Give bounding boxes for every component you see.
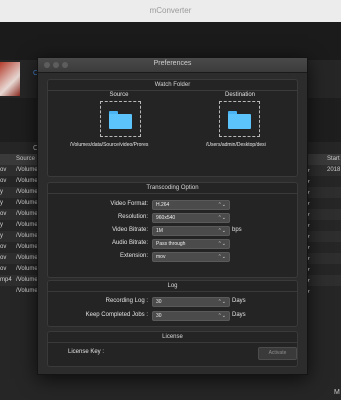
video-bitrate-unit: bps [232,227,242,233]
video-bitrate-row: Video Bitrate: 1M ⌃⌄ bps [48,226,297,236]
row-source: /Volume [16,288,38,294]
column-start[interactable]: Start [327,156,340,162]
stepper-arrows-icon: ⌃⌄ [217,313,226,319]
row-type: y [0,222,3,228]
recording-log-unit: Days [232,298,246,304]
row-source: /Volume [16,167,38,173]
row-type: y [0,200,3,206]
source-path: /Volumes/data/Source/video/Prores [70,142,149,148]
recording-log-value: 30 [156,299,162,305]
extension-label: Extension: [119,253,148,259]
destination-drop-zone[interactable] [219,101,260,137]
video-format-value: H.264 [156,202,170,208]
video-bitrate-value: 1M [156,228,163,234]
audio-bitrate-value: Pass through [156,241,186,247]
row-source: /Volume [16,277,38,283]
audio-bitrate-label: Audio Bitrate: [111,240,148,246]
activate-button[interactable]: Activate [258,347,297,360]
stepper-arrows-icon: ⌃⌄ [217,254,226,260]
video-format-row: Video Format: H.264 ⌃⌄ [48,200,297,210]
license-section: License License Key : Activate [47,331,298,367]
keep-jobs-select[interactable]: 30 ⌃⌄ [152,311,230,321]
destination-folder-group: Destination [210,92,270,98]
resolution-select[interactable]: 960x540 ⌃⌄ [152,213,230,223]
row-source: /Volume [16,255,38,261]
row-source: /Volume [16,233,38,239]
row-source: /Volume [16,222,38,228]
destination-label: Destination [224,92,256,98]
row-type: ov [0,266,7,272]
source-drop-zone[interactable] [100,101,141,137]
row-type: y [0,233,3,239]
resolution-value: 960x540 [156,215,176,221]
row-type: ov [0,244,7,250]
stepper-arrows-icon: ⌃⌄ [217,228,226,234]
video-thumbnail [0,62,20,96]
recording-log-label: Recording Log : [105,298,148,304]
app-status-fragment: M [334,389,340,396]
license-key-label: License Key : [68,349,105,355]
resolution-row: Resolution: 960x540 ⌃⌄ [48,213,297,223]
source-label: Source [109,92,129,98]
row-type: ov [0,211,7,217]
video-format-label: Video Format: [110,201,148,207]
row-type: ov [0,178,7,184]
row-source: /Volume [16,244,38,250]
keep-jobs-value: 30 [156,313,162,319]
watch-folder-section: Watch Folder Source /Volumes/data/Source… [47,79,298,177]
stepper-arrows-icon: ⌃⌄ [217,202,226,208]
resolution-label: Resolution: [117,214,148,220]
stepper-arrows-icon: ⌃⌄ [217,241,226,247]
source-folder-icon [109,111,132,129]
column-source[interactable]: Source [16,156,35,162]
keep-jobs-row: Keep Completed Jobs : 30 ⌃⌄ Days [48,311,297,321]
source-folder-group: Source [89,92,149,98]
destination-folder-icon [228,111,251,129]
extension-value: mov [156,254,166,260]
audio-bitrate-row: Audio Bitrate: Pass through ⌃⌄ [48,239,297,249]
audio-bitrate-select[interactable]: Pass through ⌃⌄ [152,239,230,249]
row-source: /Volume [16,266,38,272]
row-source: /Volume [16,200,38,206]
app-titlebar: mConverter [0,0,341,22]
row-type: ov [0,255,7,261]
transcoding-section: Transcoding Option Video Format: H.264 ⌃… [47,182,298,278]
keep-jobs-label: Keep Completed Jobs : [85,312,148,318]
license-title: License [48,332,297,343]
recording-log-select[interactable]: 30 ⌃⌄ [152,297,230,307]
watch-folder-title: Watch Folder [48,80,297,91]
preferences-titlebar[interactable]: Preferences [38,58,307,73]
recording-log-row: Recording Log : 30 ⌃⌄ Days [48,297,297,307]
video-format-select[interactable]: H.264 ⌃⌄ [152,200,230,210]
log-title: Log [48,281,297,292]
row-source: /Volume [16,211,38,217]
row-type: ov [0,167,7,173]
video-bitrate-label: Video Bitrate: [112,227,148,233]
row-type: y [0,189,3,195]
destination-path: /Users/admin/Desktop/desi [206,142,266,148]
transcoding-title: Transcoding Option [48,183,297,194]
extension-row: Extension: mov ⌃⌄ [48,252,297,262]
app-toolbar [0,22,341,60]
log-section: Log Recording Log : 30 ⌃⌄ Days Keep Comp… [47,280,298,327]
preferences-title: Preferences [153,60,192,67]
stepper-arrows-icon: ⌃⌄ [217,215,226,221]
preferences-dialog: Preferences Watch Folder Source /Volumes… [37,57,308,375]
row-start: 2018 [327,167,341,173]
app-title: mConverter [149,6,192,15]
extension-select[interactable]: mov ⌃⌄ [152,252,230,262]
row-source: /Volume [16,178,38,184]
video-bitrate-select[interactable]: 1M ⌃⌄ [152,226,230,236]
row-source: /Volume [16,189,38,195]
row-type: mp4 [0,277,12,283]
stepper-arrows-icon: ⌃⌄ [217,299,226,305]
keep-jobs-unit: Days [232,312,246,318]
